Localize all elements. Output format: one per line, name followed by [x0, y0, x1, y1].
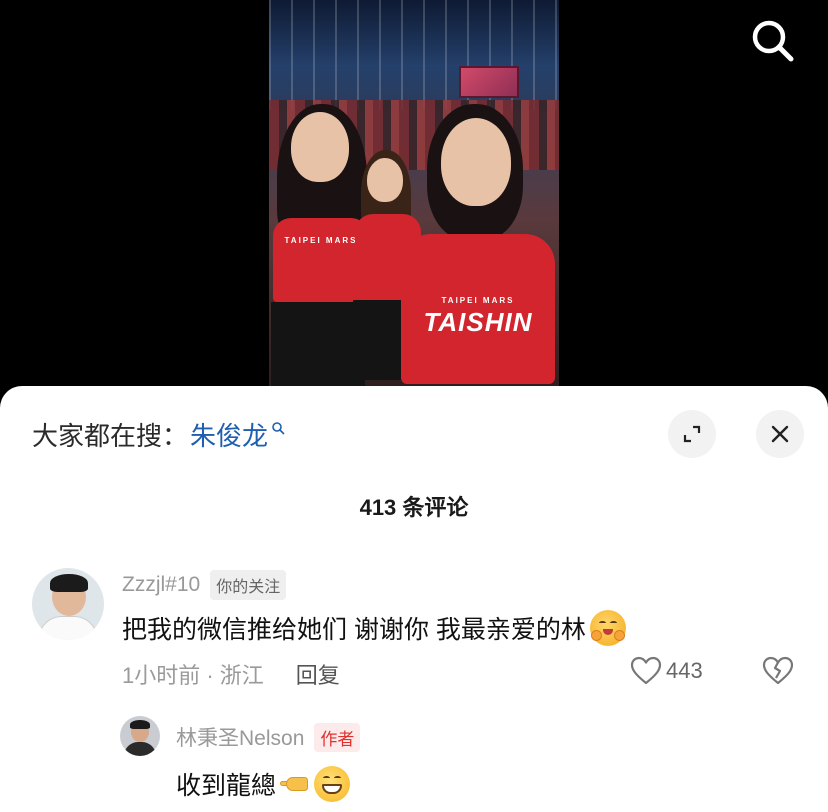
- comment-username[interactable]: Zzzjl#10: [122, 573, 200, 597]
- expand-icon: [683, 425, 701, 443]
- reply-text: 收到龍總: [176, 772, 277, 800]
- comment-header: Zzzjl#10 你的关注: [122, 570, 287, 600]
- jersey-text-big: TAISHIN: [423, 307, 533, 337]
- reply-username[interactable]: 林秉圣Nelson: [176, 722, 304, 752]
- grinning-emoji-icon: [314, 766, 351, 802]
- reply-item: 林秉圣Nelson 作者 收到龍總: [120, 716, 810, 812]
- author-badge: 作者: [314, 722, 361, 752]
- comment-item: Zzzjl#10 你的关注 把我的微信推给她们 谢谢你 我最亲爱的林 1小时前 …: [32, 564, 812, 694]
- comment-meta: 1小时前 · 浙江 回复 443: [122, 656, 812, 692]
- follow-badge: 你的关注: [210, 570, 287, 600]
- video-player[interactable]: TAIPEI MARS TAIPEI MARS TAISHIN: [0, 0, 828, 400]
- pointing-hand-emoji-icon: [280, 772, 310, 796]
- search-icon: [752, 20, 794, 62]
- like-count: 443: [666, 658, 703, 683]
- hug-emoji-icon: [589, 610, 626, 646]
- close-button[interactable]: [756, 410, 804, 458]
- expand-button[interactable]: [668, 410, 716, 458]
- comment-count-title: 413 条评论: [359, 495, 469, 520]
- trending-search-term: 朱俊龙: [190, 420, 269, 451]
- small-search-icon: [272, 422, 285, 435]
- close-icon: [771, 425, 789, 443]
- broken-heart-icon: [762, 656, 794, 685]
- reply-avatar[interactable]: [120, 716, 160, 756]
- dislike-button[interactable]: [762, 656, 794, 692]
- avatar[interactable]: [32, 568, 104, 640]
- like-button[interactable]: 443: [630, 656, 703, 686]
- reply-button[interactable]: 回复: [296, 658, 340, 690]
- reply-header: 林秉圣Nelson 作者: [176, 722, 361, 752]
- trending-search-prefix: 大家都在搜：: [32, 420, 189, 451]
- video-frame: TAIPEI MARS TAIPEI MARS TAISHIN: [269, 0, 559, 400]
- heart-icon: [630, 656, 662, 685]
- trending-search-link[interactable]: 朱俊龙: [190, 416, 285, 453]
- jersey-text-small: TAIPEI MARS: [441, 296, 515, 305]
- trending-search-row: 大家都在搜： 朱俊龙: [32, 416, 285, 452]
- comment-time-location: 1小时前 · 浙江: [122, 663, 264, 688]
- search-button[interactable]: [748, 16, 796, 64]
- comment-text-row: 把我的微信推给她们 谢谢你 我最亲爱的林: [122, 610, 626, 646]
- cheerleader-right: TAIPEI MARS TAISHIN: [383, 0, 559, 400]
- comment-text: 把我的微信推给她们 谢谢你 我最亲爱的林: [122, 616, 586, 644]
- comments-panel: 大家都在搜： 朱俊龙 413 条评论 Zzzjl#10 你的关注 把我的微信推给…: [0, 386, 828, 812]
- reply-text-row: 收到龍總: [176, 766, 351, 802]
